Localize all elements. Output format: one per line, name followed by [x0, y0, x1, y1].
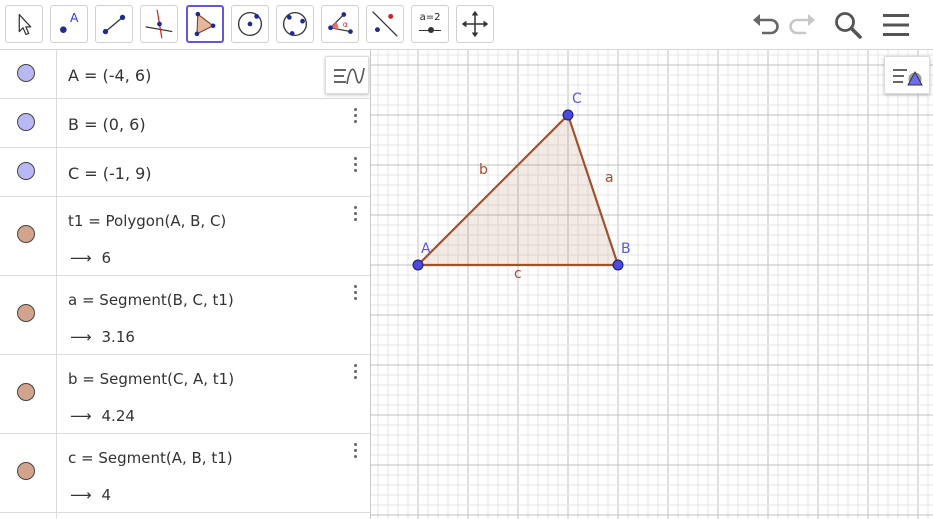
more-options-icon[interactable]: [350, 154, 362, 174]
visibility-toggle-C[interactable]: [17, 162, 35, 180]
circle-center-icon: [237, 11, 263, 37]
algebra-definition: c = Segment(A, B, t1): [68, 449, 233, 467]
perpendicular-line-tool[interactable]: [140, 5, 178, 43]
algebra-definition: t1 = Polygon(A, B, C): [68, 212, 227, 230]
angle-icon: α: [328, 12, 353, 34]
hamburger-menu-icon: [883, 14, 909, 36]
search-icon: [835, 12, 862, 39]
algebra-definition: A = (-4, 6): [68, 66, 152, 85]
reflect-tool[interactable]: [366, 5, 404, 43]
visibility-toggle-t1[interactable]: [17, 225, 35, 243]
slider-tool[interactable]: a=2: [411, 5, 449, 43]
point-label-A: A: [421, 241, 431, 257]
algebra-result-value: 3.16: [101, 328, 135, 346]
undo-icon: [753, 14, 779, 35]
algebra-style-bar-button[interactable]: [325, 56, 369, 94]
segment-label-b: b: [479, 162, 488, 178]
circle-three-points-tool[interactable]: [276, 5, 314, 43]
graphics-view[interactable]: A B C a b c: [371, 50, 933, 519]
slider-handle: [428, 27, 434, 33]
cursor-arrow-icon: [18, 13, 32, 36]
algebra-definition: a = Segment(B, C, t1): [68, 291, 234, 309]
move-arrows-icon: [461, 10, 489, 38]
result-arrow-icon: ⟶: [70, 249, 92, 267]
point-tool[interactable]: A: [50, 5, 88, 43]
result-arrow-icon: ⟶: [70, 407, 92, 425]
main-menu-button[interactable]: [880, 9, 912, 41]
point-C[interactable]: [562, 109, 574, 121]
algebra-result: ⟶ 3.16: [70, 328, 135, 346]
algebra-definition: C = (-1, 9): [68, 164, 152, 183]
angle-tool[interactable]: α: [321, 5, 359, 43]
graphics-style-bar-icon: [893, 69, 923, 86]
algebra-row-a[interactable]: a = Segment(B, C, t1) ⟶ 3.16: [0, 276, 370, 355]
point-B[interactable]: [612, 259, 624, 271]
visibility-toggle-a[interactable]: [17, 304, 35, 322]
slider-tool-label: a=2: [419, 12, 441, 23]
point-label-C: C: [572, 91, 582, 107]
toolbar: A α a=2: [0, 0, 933, 50]
algebra-row-B[interactable]: B = (0, 6): [0, 99, 370, 148]
graphics-style-bar-button[interactable]: [884, 56, 930, 94]
algebra-result: ⟶ 4.24: [70, 407, 135, 425]
algebra-row-C[interactable]: C = (-1, 9): [0, 148, 370, 197]
algebra-row-b[interactable]: b = Segment(C, A, t1) ⟶ 4.24: [0, 355, 370, 434]
result-arrow-icon: ⟶: [70, 486, 92, 504]
algebra-row-t1[interactable]: t1 = Polygon(A, B, C) ⟶ 6: [0, 197, 370, 276]
algebra-row-A[interactable]: A = (-4, 6): [0, 50, 370, 99]
graphics-canvas[interactable]: [371, 50, 933, 519]
segment-tool[interactable]: [95, 5, 133, 43]
algebra-view: A = (-4, 6) B = (0, 6) C = (-1, 9) t1 = …: [0, 50, 371, 519]
circle-three-points-icon: [282, 11, 308, 37]
algebra-result-value: 4.24: [101, 407, 135, 425]
visibility-toggle-c[interactable]: [17, 462, 35, 480]
more-options-icon[interactable]: [350, 203, 362, 223]
algebra-row-c[interactable]: c = Segment(A, B, t1) ⟶ 4: [0, 434, 370, 513]
search-button[interactable]: [832, 9, 864, 41]
more-options-icon[interactable]: [350, 282, 362, 302]
result-arrow-icon: ⟶: [70, 328, 92, 346]
algebra-definition: b = Segment(C, A, t1): [68, 370, 235, 388]
point-A[interactable]: [412, 259, 424, 271]
move-graphics-view-tool[interactable]: [456, 5, 494, 43]
algebra-style-bar-icon: [334, 67, 365, 85]
perpendicular-line-icon: [145, 9, 173, 39]
more-options-icon[interactable]: [350, 105, 362, 125]
more-options-icon[interactable]: [350, 361, 362, 381]
undo-button[interactable]: [750, 9, 782, 41]
polygon-icon: [194, 11, 216, 37]
point-a-icon: A: [60, 11, 79, 33]
point-tool-label: A: [70, 11, 79, 25]
algebra-result-value: 6: [101, 249, 112, 267]
algebra-result: ⟶ 4: [70, 486, 111, 504]
point-label-B: B: [621, 241, 631, 257]
segment-label-c: c: [514, 266, 522, 282]
algebra-definition: B = (0, 6): [68, 115, 146, 134]
circle-center-point-tool[interactable]: [231, 5, 269, 43]
angle-tool-label: α: [343, 20, 348, 29]
algebra-result-value: 4: [101, 486, 112, 504]
more-options-icon[interactable]: [350, 440, 362, 460]
polygon-tool[interactable]: [186, 5, 224, 43]
segment-label-a: a: [605, 170, 614, 186]
segment-icon: [102, 14, 126, 35]
visibility-toggle-B[interactable]: [17, 113, 35, 131]
visibility-toggle-A[interactable]: [17, 64, 35, 82]
algebra-result: ⟶ 6: [70, 249, 111, 267]
visibility-toggle-b[interactable]: [17, 383, 35, 401]
reflect-about-line-icon: [372, 11, 398, 37]
move-tool[interactable]: [5, 5, 43, 43]
redo-icon: [789, 14, 815, 35]
redo-button[interactable]: [786, 9, 818, 41]
